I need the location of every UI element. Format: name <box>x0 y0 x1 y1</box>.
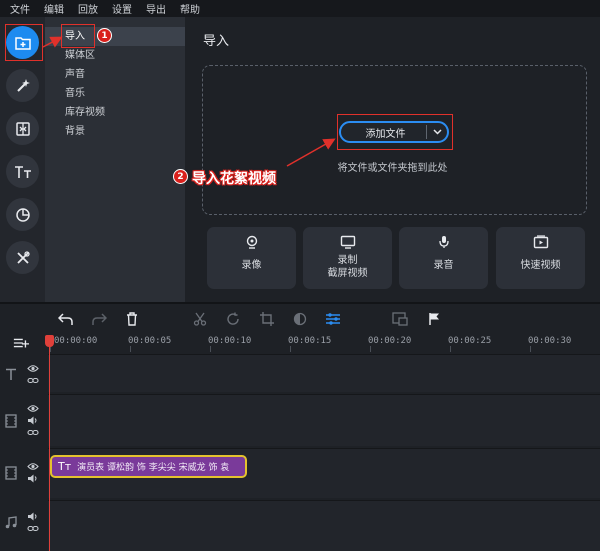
timeline-toolbar <box>0 304 600 334</box>
link-icon[interactable] <box>27 428 39 437</box>
video-track-2-head <box>0 458 48 488</box>
title-track-head <box>0 362 48 392</box>
timeline-ruler[interactable]: 00:00:00 00:00:05 00:00:10 00:00:15 00:0… <box>48 334 600 352</box>
add-track-icon[interactable] <box>13 335 29 351</box>
ruler-tick-label: 00:00:00 <box>54 336 98 346</box>
link-icon[interactable] <box>27 524 39 533</box>
ruler-tick <box>290 346 291 352</box>
ruler-tick-label: 00:00:15 <box>288 336 332 346</box>
film-track-icon <box>5 414 17 428</box>
color-adjust-icon[interactable] <box>292 311 308 327</box>
audio-track[interactable] <box>48 500 600 551</box>
ruler-tick <box>210 346 211 352</box>
video-track-1-head <box>0 402 48 442</box>
eye-icon[interactable] <box>27 404 39 413</box>
crop-icon[interactable] <box>259 311 275 327</box>
ruler-tick-label: 00:00:20 <box>368 336 412 346</box>
delete-icon[interactable] <box>124 311 140 327</box>
ruler-tick-label: 00:00:25 <box>448 336 492 346</box>
ruler-tick-label: 00:00:10 <box>208 336 252 346</box>
video-track-1[interactable] <box>48 394 600 446</box>
rotate-icon[interactable] <box>225 311 241 327</box>
music-note-icon <box>5 516 17 529</box>
speaker-icon[interactable] <box>27 474 39 483</box>
ruler-tick <box>450 346 451 352</box>
marker-flag-icon[interactable] <box>426 311 442 327</box>
ruler-tick <box>130 346 131 352</box>
title-track[interactable] <box>48 354 600 392</box>
title-clip-text: 演员表 谭松韵 饰 李尖尖 宋威龙 饰 袁 <box>77 463 230 473</box>
ruler-tick <box>530 346 531 352</box>
link-icon[interactable] <box>27 376 39 385</box>
cut-icon[interactable] <box>192 311 208 327</box>
audio-track-head <box>0 510 48 540</box>
playhead-line[interactable] <box>49 335 50 551</box>
playhead-handle[interactable] <box>45 335 54 347</box>
eye-icon[interactable] <box>27 364 39 373</box>
speaker-icon[interactable] <box>27 416 39 425</box>
clip-properties-icon[interactable] <box>325 311 341 327</box>
text-track-icon <box>6 368 16 380</box>
ruler-tick <box>370 346 371 352</box>
title-clip[interactable]: Tт 演员表 谭松韵 饰 李尖尖 宋威龙 饰 袁 <box>50 455 247 478</box>
eye-icon[interactable] <box>27 462 39 471</box>
ruler-tick-label: 00:00:05 <box>128 336 172 346</box>
picture-in-picture-icon[interactable] <box>392 311 408 327</box>
speaker-icon[interactable] <box>27 512 39 521</box>
redo-icon[interactable] <box>91 311 107 327</box>
ruler-tick-label: 00:00:30 <box>528 336 572 346</box>
undo-icon[interactable] <box>58 311 74 327</box>
titles-icon: Tт <box>58 460 72 473</box>
film-track-icon <box>5 466 17 480</box>
